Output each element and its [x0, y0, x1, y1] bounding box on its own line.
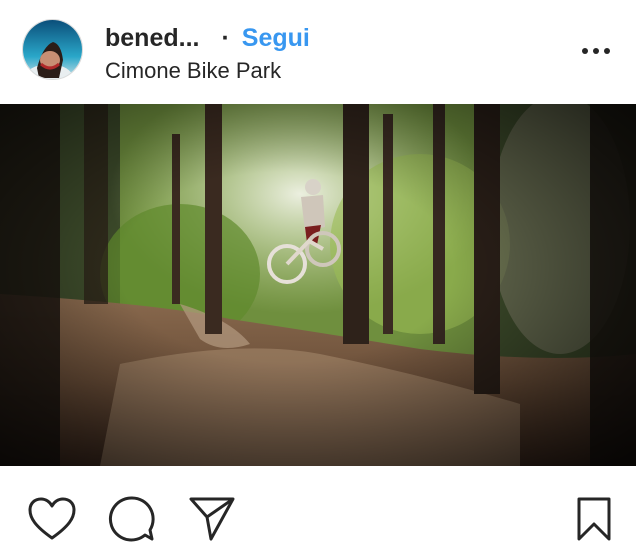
follow-button[interactable]: Segui [242, 24, 310, 53]
separator-dot: · [221, 23, 230, 52]
bike-park-photo [0, 104, 636, 466]
location-link[interactable]: Cimone Bike Park [105, 58, 281, 84]
paper-plane-icon[interactable] [185, 492, 239, 546]
username-row: bened... · Segui [105, 22, 310, 54]
comment-bubble-icon[interactable] [105, 492, 159, 546]
post-photo[interactable] [0, 104, 636, 466]
username[interactable]: bened... [105, 24, 199, 53]
more-options-icon[interactable] [576, 36, 616, 66]
heart-icon[interactable] [25, 492, 79, 546]
user-avatar[interactable] [22, 19, 83, 80]
post-header: bened... · Segui Cimone Bike Park [0, 0, 636, 104]
bookmark-icon[interactable] [567, 492, 621, 546]
post-actions-bar [0, 466, 636, 558]
